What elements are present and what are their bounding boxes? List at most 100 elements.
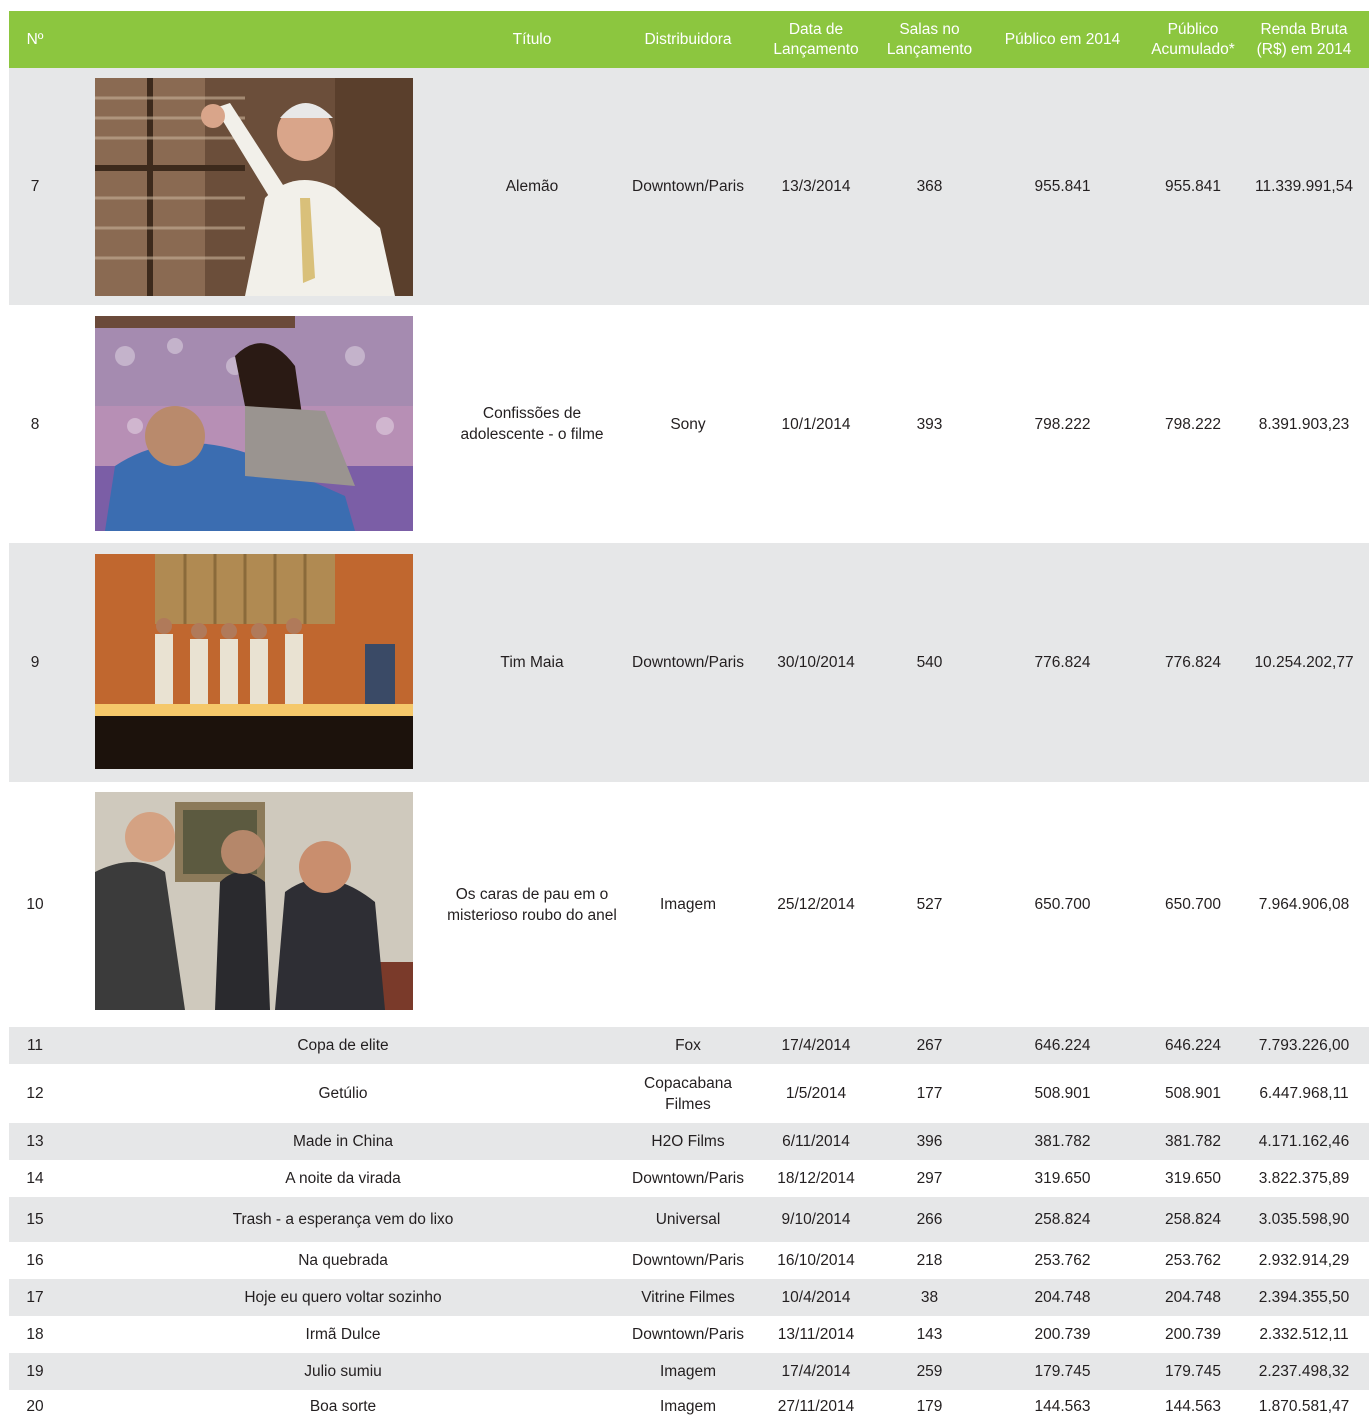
cell-revenue: 8.391.903,23 [1258, 415, 1350, 433]
cell-rooms: 266 [916, 1211, 943, 1228]
film-photo [95, 554, 413, 769]
cell-audience: 179.745 [1034, 1363, 1091, 1380]
cell-distributor: Universal [655, 1211, 721, 1228]
cell-audience: 381.782 [1034, 1133, 1091, 1150]
cell-revenue: 2.394.355,50 [1258, 1289, 1350, 1306]
cell-revenue: 7.793.226,00 [1258, 1037, 1350, 1054]
table-row: 17 Hoje eu quero voltar sozinho Vitrine … [9, 1279, 1369, 1316]
table-row: 12 Getúlio Copacabana Filmes 1/5/2014 17… [9, 1064, 1369, 1123]
cell-rooms: 368 [916, 178, 943, 195]
cell-distributor: Copacabana Filmes [644, 1074, 732, 1113]
cell-title: Julio sumiu [304, 1363, 382, 1380]
cell-accumulated: 319.650 [1164, 1170, 1222, 1187]
header-rooms: Salas no Lançamento [886, 20, 973, 58]
cell-no: 15 [26, 1211, 44, 1228]
cell-audience: 955.841 [1034, 178, 1091, 195]
cell-revenue: 2.332.512,11 [1259, 1326, 1349, 1343]
header-release-date: Data de Lançamento [773, 20, 859, 58]
table-header: Nº Título Distribuidora Data de Lançament… [9, 11, 1369, 68]
table-row: 20 Boa sorte Imagem 27/11/2014 179 144.5… [9, 1390, 1369, 1422]
cell-revenue: 11.339.991,54 [1255, 178, 1353, 195]
cell-rooms: 297 [916, 1170, 943, 1187]
cell-revenue: 4.171.162,46 [1258, 1133, 1350, 1150]
cell-distributor: Imagem [660, 1363, 716, 1380]
cell-revenue: 7.964.906,08 [1258, 896, 1350, 913]
table-row: 14 A noite da virada Downtown/Paris 18/1… [9, 1160, 1369, 1197]
table-row: 18 Irmã Dulce Downtown/Paris 13/11/2014 … [9, 1316, 1369, 1353]
cell-no: 19 [26, 1363, 44, 1380]
cell-audience: 204.748 [1034, 1289, 1091, 1306]
cell-date: 10/1/2014 [781, 415, 851, 433]
cell-date: 13/11/2014 [777, 1326, 855, 1343]
cell-distributor: Vitrine Filmes [641, 1289, 735, 1306]
cell-no: 18 [26, 1326, 44, 1343]
cell-rooms: 38 [920, 1289, 939, 1306]
cell-rooms: 179 [916, 1397, 943, 1415]
cell-title: Trash - a esperança vem do lixo [232, 1211, 454, 1228]
table-row: 8 Confissões de adolescente - o filme So… [9, 305, 1369, 543]
cell-rooms: 527 [916, 896, 943, 913]
cell-date: 13/3/2014 [781, 178, 851, 195]
film-photo [95, 792, 413, 1010]
cell-accumulated: 179.745 [1164, 1363, 1222, 1380]
cell-title: Tim Maia [500, 654, 564, 671]
cell-no: 17 [26, 1289, 44, 1306]
cell-distributor: Downtown/Paris [632, 1252, 744, 1269]
cell-distributor: Downtown/Paris [632, 1326, 744, 1343]
cell-title: Confissões de adolescente - o filme [460, 405, 604, 443]
cell-audience: 253.762 [1034, 1252, 1091, 1269]
cell-rooms: 396 [916, 1133, 943, 1150]
cell-audience: 646.224 [1034, 1037, 1091, 1054]
film-photo [95, 316, 413, 531]
cell-distributor: Downtown/Paris [632, 654, 744, 671]
cell-accumulated: 204.748 [1164, 1289, 1222, 1306]
cell-title: A noite da virada [285, 1170, 401, 1187]
table-row: 10 Os caras de pau em o misterioso roubo… [9, 782, 1369, 1027]
cell-distributor: Downtown/Paris [632, 1170, 744, 1187]
table-row: 13 Made in China H2O Films 6/11/2014 396… [9, 1123, 1369, 1160]
cell-accumulated: 650.700 [1164, 896, 1222, 913]
cell-date: 18/12/2014 [777, 1170, 855, 1187]
cell-revenue: 2.932.914,29 [1258, 1252, 1350, 1269]
cell-audience: 319.650 [1034, 1170, 1091, 1187]
cell-no: 11 [26, 1037, 44, 1054]
film-photo [95, 78, 413, 296]
cell-accumulated: 798.222 [1164, 415, 1222, 433]
cell-date: 16/10/2014 [777, 1252, 855, 1269]
cell-accumulated: 646.224 [1164, 1037, 1222, 1054]
cell-revenue: 1.870.581,47 [1258, 1397, 1350, 1415]
cell-distributor: Imagem [660, 1397, 716, 1415]
cell-audience: 508.901 [1034, 1085, 1091, 1102]
cell-accumulated: 258.824 [1164, 1211, 1222, 1228]
cell-no: 14 [26, 1170, 44, 1187]
header-accumulated: Público Acumulado* [1151, 20, 1235, 58]
table-row: 9 Tim Maia Downtown/Paris 30/10/2014 540… [9, 543, 1369, 782]
cell-rooms: 143 [916, 1326, 943, 1343]
cell-date: 6/11/2014 [782, 1133, 850, 1150]
cell-title: Hoje eu quero voltar sozinho [244, 1289, 442, 1306]
cell-accumulated: 381.782 [1164, 1133, 1222, 1150]
cell-revenue: 2.237.498,32 [1258, 1363, 1350, 1380]
cell-revenue: 10.254.202,77 [1254, 654, 1354, 671]
cell-audience: 650.700 [1034, 896, 1091, 913]
header-audience-2014: Público em 2014 [1004, 30, 1121, 48]
cell-distributor: Imagem [660, 896, 716, 913]
cell-revenue: 6.447.968,11 [1259, 1085, 1349, 1102]
cell-no: 16 [26, 1252, 44, 1269]
cell-audience: 258.824 [1034, 1211, 1091, 1228]
cell-date: 17/4/2014 [781, 1037, 851, 1054]
cell-audience: 144.563 [1034, 1397, 1091, 1415]
cell-accumulated: 776.824 [1164, 654, 1222, 671]
cell-date: 9/10/2014 [781, 1211, 851, 1228]
cell-distributor: Downtown/Paris [632, 178, 744, 195]
table-row: 15 Trash - a esperança vem do lixo Unive… [9, 1197, 1369, 1242]
cell-no: 8 [30, 415, 40, 433]
cell-audience: 200.739 [1034, 1326, 1091, 1343]
cell-title: Alemão [505, 178, 559, 195]
header-title: Título [512, 30, 552, 48]
table-row: 7 Alemão Downtown/Paris 13/3/2014 368 95… [9, 68, 1369, 305]
cell-date: 27/11/2014 [777, 1397, 855, 1415]
cell-distributor: H2O Films [651, 1133, 725, 1150]
table-row: 11 Copa de elite Fox 17/4/2014 267 646.2… [9, 1027, 1369, 1064]
header-no: Nº [26, 30, 44, 48]
